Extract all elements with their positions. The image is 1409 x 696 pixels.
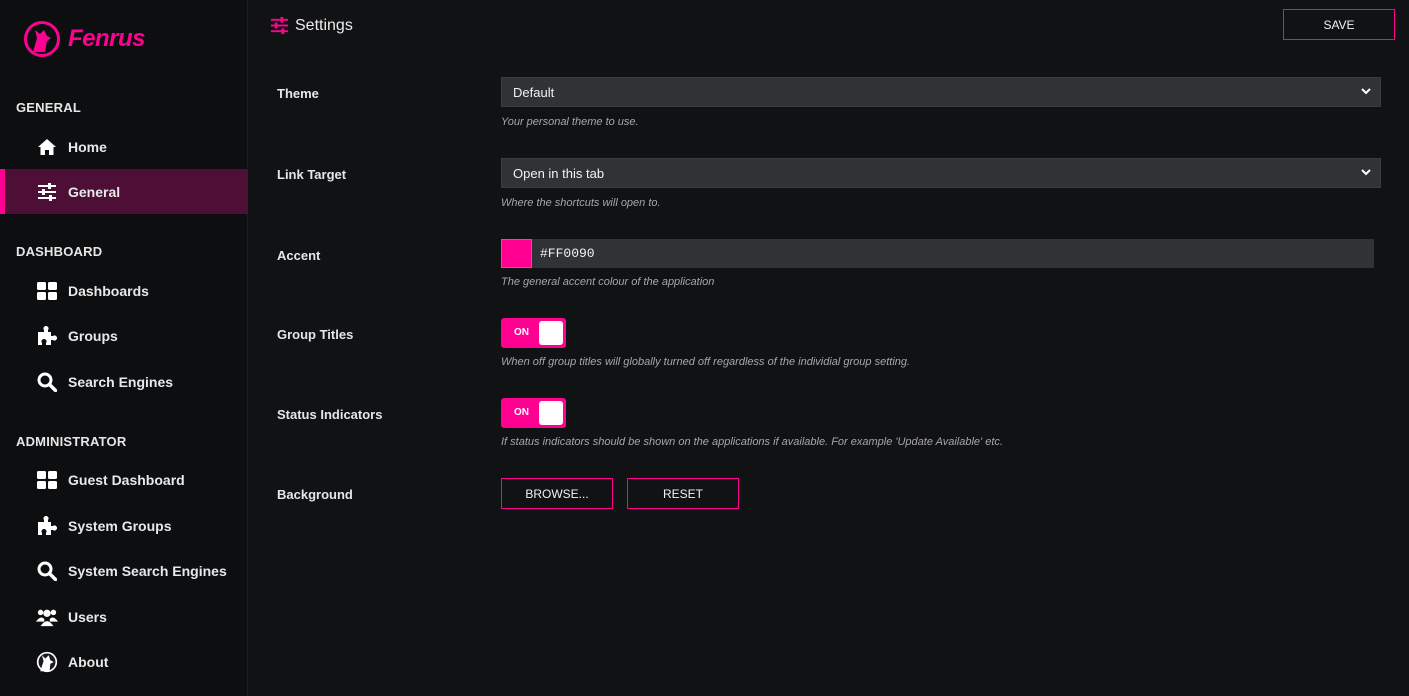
theme-label: Theme (277, 86, 319, 101)
theme-select[interactable]: Default (501, 77, 1381, 107)
sidebar-item-guest-dashboard[interactable]: Guest Dashboard (0, 457, 248, 502)
sidebar-item-home[interactable]: Home (0, 124, 248, 169)
sidebar-item-label: About (68, 653, 109, 670)
theme-help: Your personal theme to use. (501, 116, 639, 128)
sidebar-item-label: System Groups (68, 517, 172, 534)
link-target-select-value: Open in this tab (513, 165, 605, 181)
app-name: Fenrus (68, 25, 146, 52)
sliders-icon (36, 181, 58, 203)
sidebar-item-groups[interactable]: Groups (0, 313, 248, 358)
chevron-down-icon (1360, 166, 1372, 178)
status-indicators-help: If status indicators should be shown on … (501, 436, 1003, 448)
sidebar-item-label: Users (68, 608, 107, 625)
app-logo[interactable]: Fenrus (24, 18, 146, 60)
grid-icon (36, 469, 58, 491)
toggle-state-label: ON (514, 407, 529, 418)
browse-button[interactable]: BROWSE... (501, 478, 613, 509)
accent-label: Accent (277, 248, 321, 263)
home-icon (36, 136, 58, 158)
users-icon (36, 606, 58, 628)
sidebar: Fenrus GENERAL Home General DASHBOARD Da… (0, 0, 248, 696)
reset-button[interactable]: RESET (627, 478, 739, 509)
sidebar-item-label: Guest Dashboard (68, 471, 185, 488)
section-title-general: GENERAL (16, 100, 81, 115)
sliders-icon (270, 16, 289, 35)
save-button[interactable]: SAVE (1283, 9, 1395, 40)
sidebar-item-label: General (68, 183, 121, 200)
sidebar-item-general[interactable]: General (0, 169, 248, 214)
section-title-administrator: ADMINISTRATOR (16, 434, 127, 449)
sidebar-item-label: System Search Engines (68, 562, 227, 579)
section-title-dashboard: DASHBOARD (16, 244, 103, 259)
search-icon (36, 560, 58, 582)
link-target-select[interactable]: Open in this tab (501, 158, 1381, 188)
page-title: Settings (295, 17, 353, 34)
search-icon (36, 371, 58, 393)
link-target-label: Link Target (277, 167, 347, 182)
sidebar-item-label: Dashboards (68, 282, 149, 299)
sidebar-item-system-groups[interactable]: System Groups (0, 503, 248, 548)
sidebar-item-search-engines[interactable]: Search Engines (0, 359, 248, 404)
accent-color-input[interactable]: #FF0090 (532, 239, 1374, 268)
fenrus-logo-icon (36, 651, 58, 673)
puzzle-icon (36, 515, 58, 537)
accent-help: The general accent colour of the applica… (501, 276, 715, 288)
sidebar-item-dashboards[interactable]: Dashboards (0, 268, 248, 313)
sidebar-item-label: Home (68, 138, 107, 155)
status-indicators-toggle[interactable]: ON (501, 398, 566, 428)
link-target-help: Where the shortcuts will open to. (501, 197, 661, 209)
group-titles-help: When off group titles will globally turn… (501, 356, 911, 368)
chevron-down-icon (1360, 85, 1372, 97)
background-label: Background (277, 487, 353, 502)
sidebar-item-about[interactable]: About (0, 639, 248, 684)
toggle-state-label: ON (514, 327, 529, 338)
puzzle-icon (36, 325, 58, 347)
fenrus-logo-icon (24, 21, 60, 57)
status-indicators-label: Status Indicators (277, 407, 383, 422)
theme-select-value: Default (513, 84, 555, 100)
group-titles-label: Group Titles (277, 327, 354, 342)
sidebar-item-label: Groups (68, 327, 118, 344)
toggle-knob (539, 321, 563, 345)
sidebar-item-label: Search Engines (68, 373, 174, 390)
sidebar-item-system-search-engines[interactable]: System Search Engines (0, 548, 248, 593)
sidebar-item-users[interactable]: Users (0, 594, 248, 639)
toggle-knob (539, 401, 563, 425)
accent-color-swatch[interactable] (501, 239, 532, 268)
grid-icon (36, 280, 58, 302)
group-titles-toggle[interactable]: ON (501, 318, 566, 348)
